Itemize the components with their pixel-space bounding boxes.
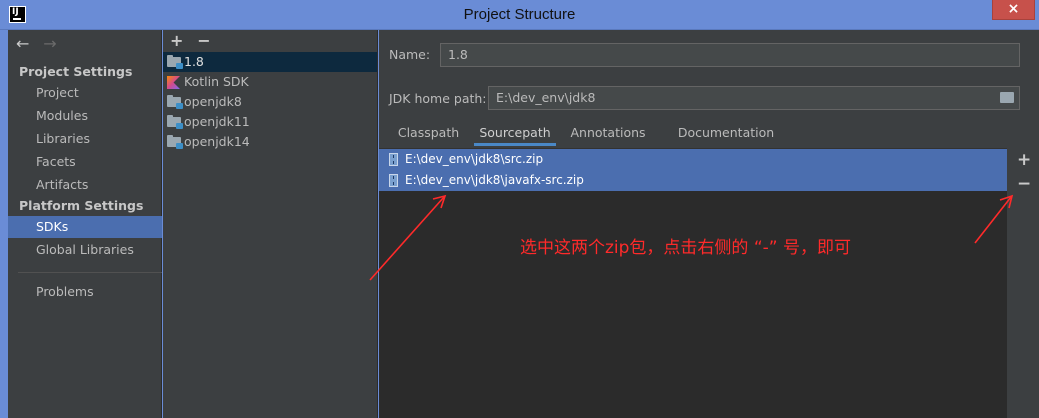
tab-sourcepath[interactable]: Sourcepath <box>474 122 556 146</box>
title-bar: IJ Project Structure × <box>0 0 1039 30</box>
path-item-src-zip[interactable]: E:\dev_env\jdk8\src.zip <box>379 149 1007 170</box>
back-arrow-icon[interactable]: ← <box>16 34 29 53</box>
jdk-folder-icon <box>167 95 183 109</box>
sdk-item-label: 1.8 <box>184 54 204 69</box>
sourcepath-list: E:\dev_env\jdk8\src.zip E:\dev_env\jdk8\… <box>379 148 1007 418</box>
sdk-item-label: openjdk8 <box>184 94 242 109</box>
sdk-item-label: Kotlin SDK <box>184 74 249 89</box>
tab-documentation-paths[interactable]: Documentation Paths <box>661 122 791 162</box>
sdk-item-openjdk14[interactable]: openjdk14 <box>163 132 377 152</box>
kotlin-icon <box>167 76 180 89</box>
path-item-javafx-src-zip[interactable]: E:\dev_env\jdk8\javafx-src.zip <box>379 170 1007 191</box>
nav-history: ← → <box>16 34 67 54</box>
section-project-settings: Project Settings <box>19 64 133 79</box>
nav-item-global-libraries[interactable]: Global Libraries <box>8 239 162 261</box>
tab-classpath[interactable]: Classpath <box>392 122 465 146</box>
sdk-item-label: openjdk11 <box>184 114 250 129</box>
sdk-item-openjdk11[interactable]: openjdk11 <box>163 112 377 132</box>
path-item-label: E:\dev_env\jdk8\src.zip <box>405 152 544 166</box>
name-field[interactable]: 1.8 <box>440 43 1020 67</box>
tab-annotations[interactable]: Annotations <box>565 122 651 146</box>
nav-item-libraries[interactable]: Libraries <box>8 128 162 150</box>
jdk-folder-icon <box>167 115 183 129</box>
settings-nav: ← → Project Settings Project Modules Lib… <box>8 30 162 418</box>
sdk-item-label: openjdk14 <box>184 134 250 149</box>
path-item-label: E:\dev_env\jdk8\javafx-src.zip <box>405 173 584 187</box>
name-label: Name: <box>389 47 431 62</box>
nav-item-problems[interactable]: Problems <box>8 281 162 303</box>
nav-item-project[interactable]: Project <box>8 82 162 104</box>
nav-item-artifacts[interactable]: Artifacts <box>8 174 162 196</box>
section-platform-settings: Platform Settings <box>19 198 144 213</box>
jdk-home-label: JDK home path: <box>389 91 487 106</box>
sdk-list-panel: + − 1.8 Kotlin SDK openjdk8 openjdk11 op… <box>163 30 378 418</box>
browse-folder-icon[interactable] <box>1000 92 1014 103</box>
sdk-item-openjdk8[interactable]: openjdk8 <box>163 92 377 112</box>
window-title: Project Structure <box>463 6 576 23</box>
zip-archive-icon <box>389 174 398 187</box>
jdk-home-path-field[interactable]: E:\dev_env\jdk8 <box>488 86 1020 110</box>
nav-item-facets[interactable]: Facets <box>8 151 162 173</box>
forward-arrow-icon[interactable]: → <box>43 34 56 53</box>
close-button[interactable]: × <box>992 0 1035 20</box>
sdk-details-panel: Name: 1.8 JDK home path: E:\dev_env\jdk8… <box>379 30 1039 418</box>
nav-item-modules[interactable]: Modules <box>8 105 162 127</box>
jdk-folder-icon <box>167 135 183 149</box>
jdk-home-path-value: E:\dev_env\jdk8 <box>496 90 596 105</box>
path-side-toolbar: + − <box>1009 148 1039 418</box>
add-sdk-button[interactable]: + <box>170 30 183 52</box>
zip-archive-icon <box>389 153 398 166</box>
annotation-text: 选中这两个zip包，点击右侧的 “-” 号，即可 <box>520 238 851 258</box>
sdk-item-kotlin[interactable]: Kotlin SDK <box>163 72 377 92</box>
sdk-tabs: Classpath Sourcepath Annotations Documen… <box>379 122 1039 162</box>
jdk-folder-icon <box>167 55 183 69</box>
sdk-item-1-8[interactable]: 1.8 <box>163 52 377 72</box>
nav-divider <box>18 272 162 273</box>
remove-path-button[interactable]: − <box>1017 174 1031 194</box>
remove-sdk-button[interactable]: − <box>197 30 210 52</box>
sdk-toolbar: + − <box>163 30 377 52</box>
add-path-button[interactable]: + <box>1017 150 1031 170</box>
nav-item-sdks[interactable]: SDKs <box>8 216 162 238</box>
